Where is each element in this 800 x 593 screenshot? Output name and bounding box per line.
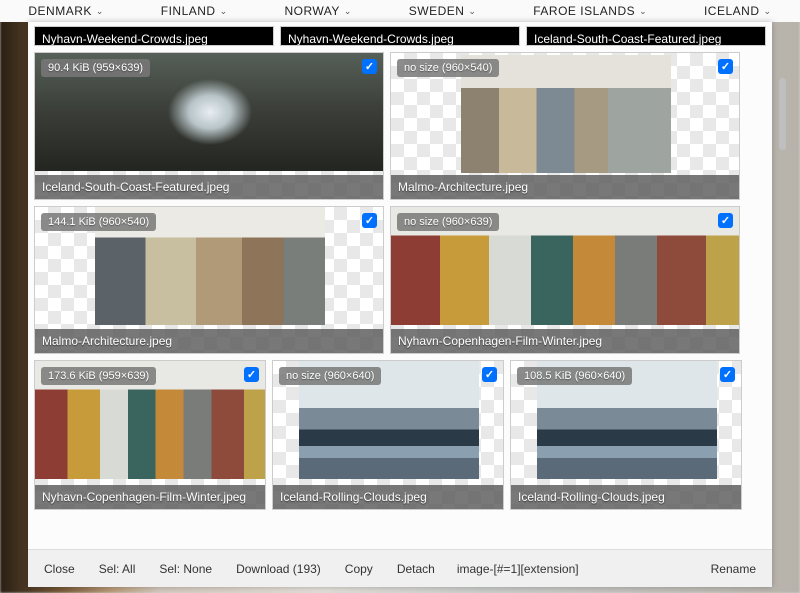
filename-label: Malmo-Architecture.jpeg [35, 329, 383, 353]
image-card[interactable]: Iceland-South-Coast-Featured.jpeg [526, 26, 766, 46]
chevron-down-icon: ⌄ [220, 6, 228, 17]
filename-label: Malmo-Architecture.jpeg [391, 175, 739, 199]
checkbox-icon[interactable] [362, 213, 377, 228]
chevron-down-icon: ⌄ [639, 6, 647, 17]
detach-button[interactable]: Detach [387, 556, 445, 582]
checkbox-icon[interactable] [482, 367, 497, 382]
filename-label: Iceland-South-Coast-Featured.jpeg [527, 27, 765, 45]
image-card[interactable]: 173.6 KiB (959×639) Nyhavn-Copenhagen-Fil… [34, 360, 266, 510]
nav-label: SWEDEN [409, 4, 465, 18]
checkbox-icon[interactable] [720, 367, 735, 382]
image-card[interactable]: Nyhavn-Weekend-Crowds.jpeg [34, 26, 274, 46]
size-badge: 144.1 KiB (960×540) [41, 213, 156, 231]
grid-row: 173.6 KiB (959×639) Nyhavn-Copenhagen-Fil… [34, 360, 766, 510]
filename-label: Iceland-Rolling-Clouds.jpeg [511, 485, 741, 509]
size-badge: no size (960×639) [397, 213, 499, 231]
chevron-down-icon: ⌄ [468, 6, 476, 17]
nav-item-sweden[interactable]: SWEDEN⌄ [409, 4, 477, 18]
filename-label: Nyhavn-Weekend-Crowds.jpeg [281, 27, 519, 45]
download-button[interactable]: Download (193) [226, 556, 331, 582]
image-grid: Nyhavn-Weekend-Crowds.jpeg Nyhavn-Weekend… [28, 22, 772, 549]
filename-label: Iceland-South-Coast-Featured.jpeg [35, 175, 383, 199]
select-all-button[interactable]: Sel: All [89, 556, 146, 582]
toolbar: Close Sel: All Sel: None Download (193) … [28, 549, 772, 587]
image-card[interactable]: Nyhavn-Weekend-Crowds.jpeg [280, 26, 520, 46]
nav-label: NORWAY [284, 4, 339, 18]
rename-button[interactable]: Rename [701, 556, 766, 582]
chevron-down-icon: ⌄ [763, 6, 771, 17]
checkbox-icon[interactable] [362, 59, 377, 74]
grid-row: 144.1 KiB (960×540) Malmo-Architecture.jp… [34, 206, 766, 354]
copy-button[interactable]: Copy [335, 556, 383, 582]
nav-label: FAROE ISLANDS [533, 4, 635, 18]
image-card[interactable]: 144.1 KiB (960×540) Malmo-Architecture.jp… [34, 206, 384, 354]
checkbox-icon[interactable] [718, 59, 733, 74]
nav-label: FINLAND [161, 4, 216, 18]
nav-item-faroe[interactable]: FAROE ISLANDS ⌄ [533, 4, 647, 18]
close-button[interactable]: Close [34, 556, 85, 582]
nav-item-norway[interactable]: NORWAY ⌄ [284, 4, 352, 18]
image-downloader-panel: Nyhavn-Weekend-Crowds.jpeg Nyhavn-Weekend… [28, 22, 772, 587]
filename-label: Nyhavn-Copenhagen-Film-Winter.jpeg [35, 485, 265, 509]
nav-item-denmark[interactable]: DENMARK ⌄ [28, 4, 104, 18]
checkbox-icon[interactable] [718, 213, 733, 228]
filename-template-input[interactable] [449, 556, 697, 582]
grid-row: 90.4 KiB (959×639) Iceland-South-Coast-Fe… [34, 52, 766, 200]
filename-label: Nyhavn-Weekend-Crowds.jpeg [35, 27, 273, 45]
nav-label: ICELAND [704, 4, 760, 18]
size-badge: 108.5 KiB (960×640) [517, 367, 632, 385]
select-none-button[interactable]: Sel: None [149, 556, 222, 582]
image-card[interactable]: 108.5 KiB (960×640) Iceland-Rolling-Cloud… [510, 360, 742, 510]
image-card[interactable]: no size (960×640) Iceland-Rolling-Clouds.… [272, 360, 504, 510]
scrollbar-thumb[interactable] [779, 78, 786, 150]
site-top-nav: DENMARK⌄ FINLAND⌄ NORWAY⌄ SWEDEN⌄ FAROE … [0, 0, 800, 22]
filename-label: Nyhavn-Copenhagen-Film-Winter.jpeg [391, 329, 739, 353]
image-card[interactable]: 90.4 KiB (959×639) Iceland-South-Coast-Fe… [34, 52, 384, 200]
grid-row-header: Nyhavn-Weekend-Crowds.jpeg Nyhavn-Weekend… [34, 26, 766, 46]
filename-label: Iceland-Rolling-Clouds.jpeg [273, 485, 503, 509]
nav-item-finland[interactable]: FINLAND ⌄ [161, 4, 228, 18]
chevron-down-icon: ⌄ [96, 6, 104, 17]
image-card[interactable]: no size (960×540) Malmo-Architecture.jpeg [390, 52, 740, 200]
nav-label: DENMARK [28, 4, 92, 18]
chevron-down-icon: ⌄ [344, 6, 352, 17]
size-badge: no size (960×640) [279, 367, 381, 385]
size-badge: 173.6 KiB (959×639) [41, 367, 156, 385]
size-badge: 90.4 KiB (959×639) [41, 59, 150, 77]
nav-item-iceland[interactable]: ICELAND⌄ [704, 4, 772, 18]
size-badge: no size (960×540) [397, 59, 499, 77]
image-card[interactable]: no size (960×639) Nyhavn-Copenhagen-Film-… [390, 206, 740, 354]
checkbox-icon[interactable] [244, 367, 259, 382]
